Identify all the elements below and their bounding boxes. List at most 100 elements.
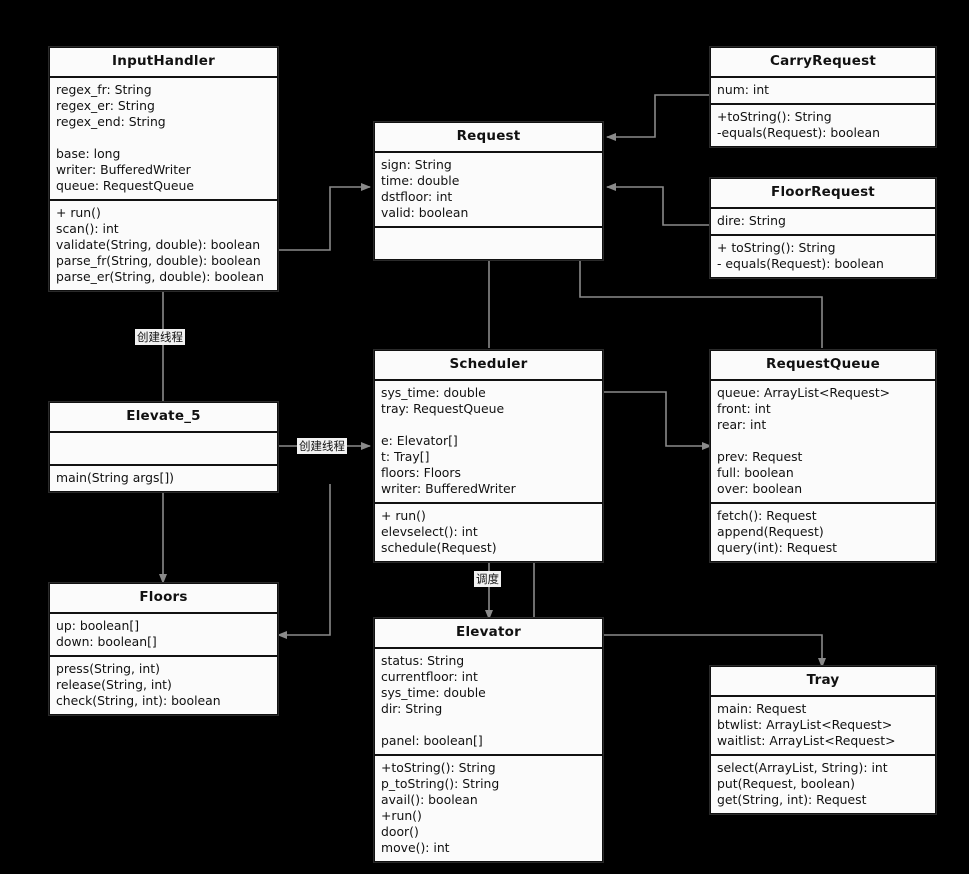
attribute-row: time: double: [381, 172, 460, 188]
class-title: Elevator: [456, 624, 521, 640]
method-row: append(Request): [717, 523, 824, 539]
attribute-row: tray: RequestQueue: [381, 400, 505, 416]
class-box-tray[interactable]: Tray main: Request btwlist: ArrayList<Re…: [710, 666, 936, 814]
method-row: + run(): [381, 507, 426, 523]
attribute-row: base: long: [56, 145, 121, 161]
class-box-carry-request[interactable]: CarryRequest num: int +toString(): Strin…: [710, 47, 936, 147]
method-row: main(String args[]): [56, 469, 175, 485]
attribute-row: t: Tray[]: [381, 448, 430, 464]
attributes-compartment: sign: String time: double dstfloor: int …: [375, 153, 602, 226]
method-row: fetch(): Request: [717, 507, 817, 523]
method-row: - equals(Request): boolean: [717, 255, 884, 271]
method-row: validate(String, double): boolean: [56, 236, 261, 252]
method-row: +toString(): String: [717, 108, 832, 124]
attributes-compartment: main: Request btwlist: ArrayList<Request…: [711, 697, 935, 754]
attributes-compartment: dire: String: [711, 209, 935, 234]
attribute-row: valid: boolean: [381, 204, 469, 220]
class-box-elevator[interactable]: Elevator status: String currentfloor: in…: [374, 618, 603, 862]
method-row: parse_fr(String, double): boolean: [56, 252, 261, 268]
attribute-row: writer: BufferedWriter: [381, 480, 516, 496]
attribute-row: prev: Request: [717, 448, 803, 464]
attribute-row: floors: Floors: [381, 464, 461, 480]
attribute-row: sign: String: [381, 156, 452, 172]
method-row: -equals(Request): boolean: [717, 124, 880, 140]
class-title: Tray: [806, 672, 840, 688]
methods-compartment: +toString(): String p_toString(): String…: [375, 756, 602, 861]
attribute-row: sys_time: double: [381, 384, 486, 400]
edge-carryrequest-to-request: [606, 94, 711, 141]
edge-label-schedule: 调度: [474, 571, 501, 587]
class-title: Elevate_5: [126, 408, 201, 424]
class-box-request[interactable]: Request sign: String time: double dstflo…: [374, 122, 603, 260]
method-row: select(ArrayList, String): int: [717, 759, 888, 775]
methods-compartment: fetch(): Request append(Request) query(i…: [711, 504, 935, 561]
attributes-compartment: num: int: [711, 78, 935, 103]
attributes-compartment: regex_fr: String regex_er: String regex_…: [50, 78, 277, 199]
attribute-row: queue: ArrayList<Request>: [717, 384, 891, 400]
method-row: + toString(): String: [717, 239, 836, 255]
class-title: Request: [456, 128, 521, 144]
class-box-floors[interactable]: Floors up: boolean[] down: boolean[] pre…: [49, 583, 278, 715]
attribute-row: panel: boolean[]: [381, 732, 483, 748]
attribute-row: btwlist: ArrayList<Request>: [717, 716, 893, 732]
attribute-row: queue: RequestQueue: [56, 177, 194, 193]
attribute-row: status: String: [381, 652, 465, 668]
attribute-row: front: int: [717, 400, 771, 416]
method-row: check(String, int): boolean: [56, 692, 221, 708]
class-box-scheduler[interactable]: Scheduler sys_time: double tray: Request…: [374, 350, 603, 562]
method-row: schedule(Request): [381, 539, 497, 555]
attribute-row: main: Request: [717, 700, 807, 716]
attribute-spacer: [381, 717, 596, 733]
attribute-row: full: boolean: [717, 464, 794, 480]
methods-compartment: + run() elevselect(): int schedule(Reque…: [375, 504, 602, 561]
edge-floorrequest-to-request: [606, 183, 711, 226]
attribute-row: num: int: [717, 81, 770, 97]
edge-inputhandler-to-request: [278, 183, 371, 251]
method-row: elevselect(): int: [381, 523, 478, 539]
methods-compartment: main(String args[]): [50, 466, 277, 491]
attributes-compartment: status: String currentfloor: int sys_tim…: [375, 649, 602, 754]
method-row: get(String, int): Request: [717, 791, 867, 807]
class-box-floor-request[interactable]: FloorRequest dire: String + toString(): …: [710, 178, 936, 278]
attribute-row: over: boolean: [717, 480, 803, 496]
method-row: press(String, int): [56, 660, 160, 676]
class-box-request-queue[interactable]: RequestQueue queue: ArrayList<Request> f…: [710, 350, 936, 562]
method-row: release(String, int): [56, 676, 172, 692]
attribute-row: up: boolean[]: [56, 617, 140, 633]
class-box-elevate-5[interactable]: Elevate_5 main(String args[]): [49, 402, 278, 492]
edge-scheduler-to-requestqueue: [604, 391, 712, 450]
methods-compartment: + toString(): String - equals(Request): …: [711, 236, 935, 277]
method-row: move(): int: [381, 839, 450, 855]
attribute-row: sys_time: double: [381, 684, 486, 700]
method-row: door(): [381, 823, 419, 839]
methods-compartment: select(ArrayList, String): int put(Reque…: [711, 756, 935, 813]
method-row: put(Request, boolean): [717, 775, 855, 791]
class-title: CarryRequest: [769, 53, 876, 69]
edge-label-create-thread-scheduler: 创建线程: [297, 438, 347, 454]
attribute-row: writer: BufferedWriter: [56, 161, 191, 177]
attribute-row: waitlist: ArrayList<Request>: [717, 732, 896, 748]
attribute-spacer: [717, 433, 929, 449]
method-row: avail(): boolean: [381, 791, 478, 807]
class-title: Scheduler: [449, 356, 528, 372]
uml-diagram-canvas: InputHandler regex_fr: String regex_er: …: [0, 0, 969, 874]
attribute-row: e: Elevator[]: [381, 432, 458, 448]
method-row: +toString(): String: [381, 759, 496, 775]
attribute-row: down: boolean[]: [56, 633, 157, 649]
attributes-compartment: queue: ArrayList<Request> front: int rea…: [711, 381, 935, 502]
method-row: scan(): int: [56, 220, 119, 236]
methods-compartment: [375, 228, 602, 259]
method-row: query(int): Request: [717, 539, 838, 555]
class-title: FloorRequest: [771, 184, 875, 200]
method-row: parse_er(String, double): boolean: [56, 268, 264, 284]
class-box-input-handler[interactable]: InputHandler regex_fr: String regex_er: …: [49, 47, 278, 291]
attribute-row: regex_end: String: [56, 113, 166, 129]
attribute-row: regex_er: String: [56, 97, 155, 113]
edge-scheduler-to-floors: [277, 484, 331, 639]
attribute-row: dstfloor: int: [381, 188, 453, 204]
edge-label-create-thread-inputhandler: 创建线程: [135, 329, 185, 345]
attributes-compartment: up: boolean[] down: boolean[]: [50, 614, 277, 655]
attribute-row: currentfloor: int: [381, 668, 478, 684]
class-title: InputHandler: [112, 53, 215, 69]
attribute-row: rear: int: [717, 416, 767, 432]
